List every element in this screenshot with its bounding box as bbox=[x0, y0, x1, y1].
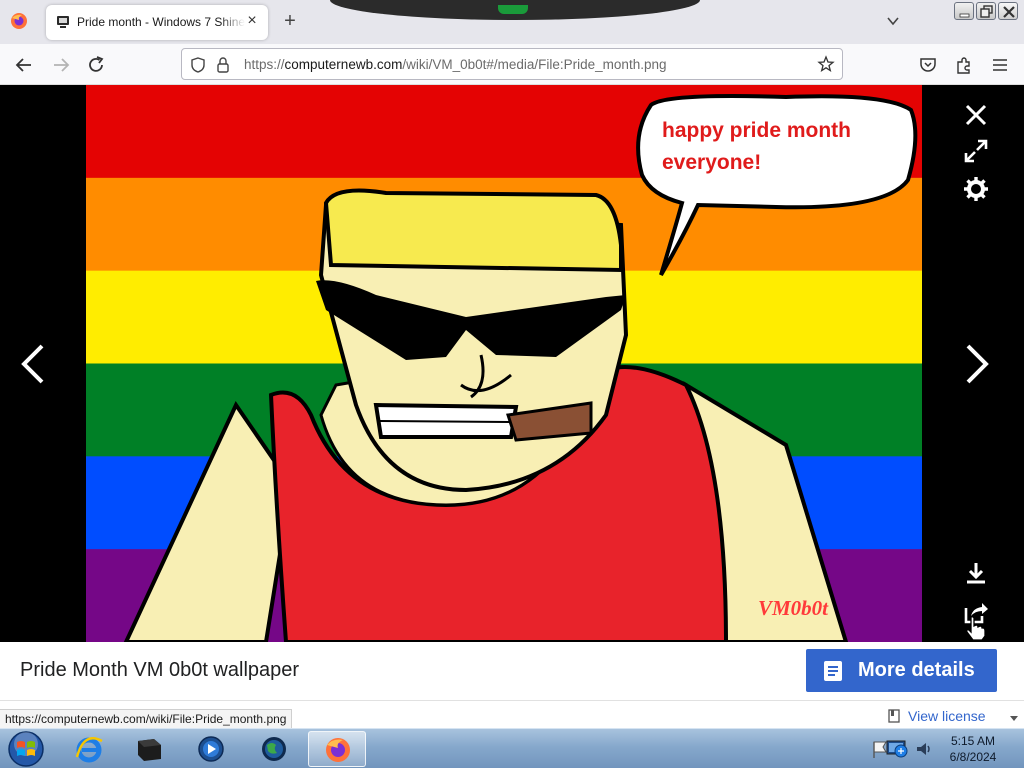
next-image-arrow-icon[interactable] bbox=[962, 340, 992, 388]
image-title: Pride Month VM 0b0t wallpaper bbox=[20, 659, 300, 681]
image-info-bar: Pride Month VM 0b0t wallpaper More detai… bbox=[0, 642, 1024, 700]
artist-signature: VM0b0t bbox=[758, 596, 829, 620]
minimize-button[interactable] bbox=[954, 2, 974, 20]
mouse-cursor-hand-icon bbox=[966, 616, 986, 641]
link-hover-status: https://computernewb.com/wiki/File:Pride… bbox=[0, 709, 293, 729]
back-arrow-icon[interactable] bbox=[13, 54, 35, 76]
scroll-down-arrow-icon[interactable] bbox=[1009, 713, 1019, 723]
clock-date: 6/8/2024 bbox=[949, 750, 997, 764]
taskbar-internet-explorer[interactable] bbox=[60, 731, 118, 767]
more-details-button[interactable]: More details bbox=[806, 649, 997, 692]
navigation-toolbar: https://computernewb.com/wiki/VM_0b0t#/m… bbox=[0, 44, 1024, 85]
reload-icon[interactable] bbox=[85, 54, 107, 76]
bookmark-star-icon[interactable] bbox=[817, 55, 835, 73]
firefox-icon bbox=[326, 738, 350, 762]
close-window-button[interactable] bbox=[998, 2, 1018, 20]
gear-icon[interactable] bbox=[962, 175, 990, 203]
wallpaper-image: happy pride month everyone! VM0b0t bbox=[86, 85, 922, 642]
status-row: https://computernewb.com/wiki/File:Pride… bbox=[0, 700, 1024, 729]
file-details-icon bbox=[824, 661, 842, 681]
url-path: /wiki/VM_0b0t#/media/File:Pride_month.pn… bbox=[402, 57, 667, 72]
windows-taskbar: 5:15 AM 6/8/2024 bbox=[0, 728, 1024, 768]
url-text[interactable]: https://computernewb.com/wiki/VM_0b0t#/m… bbox=[244, 57, 666, 72]
clock-time: 5:15 AM bbox=[950, 734, 996, 748]
more-details-label: More details bbox=[858, 659, 975, 681]
pocket-icon[interactable] bbox=[918, 55, 938, 75]
license-icon bbox=[888, 709, 900, 723]
internet-explorer-icon bbox=[75, 737, 103, 763]
tab-title: Pride month - Windows 7 Shine bbox=[77, 15, 245, 29]
taskbar-terminal[interactable] bbox=[120, 731, 178, 767]
address-bar[interactable]: https://computernewb.com/wiki/VM_0b0t#/m… bbox=[181, 48, 843, 80]
start-button[interactable] bbox=[4, 730, 48, 768]
window-controls bbox=[954, 2, 1020, 24]
site-favicon-icon bbox=[57, 16, 69, 28]
url-domain: computernewb.com bbox=[284, 57, 403, 72]
list-all-tabs-chevron-icon[interactable] bbox=[884, 12, 902, 30]
window-indicator bbox=[498, 5, 528, 14]
taskbar-network[interactable] bbox=[245, 731, 303, 767]
taskbar-media-player[interactable] bbox=[182, 731, 240, 767]
taskbar-firefox[interactable] bbox=[308, 731, 366, 767]
volume-icon[interactable] bbox=[914, 739, 934, 759]
tab-close-icon[interactable]: × bbox=[244, 13, 260, 29]
network-status-icon[interactable] bbox=[884, 737, 910, 761]
close-icon[interactable] bbox=[962, 101, 990, 129]
network-globe-icon bbox=[262, 737, 286, 761]
download-icon[interactable] bbox=[962, 559, 990, 587]
restore-button[interactable] bbox=[976, 2, 996, 20]
tracking-protection-shield-icon[interactable] bbox=[189, 56, 207, 74]
media-player-icon bbox=[198, 736, 224, 762]
tab-pride-month[interactable]: Pride month - Windows 7 Shine × bbox=[46, 5, 268, 40]
terminal-icon bbox=[138, 739, 161, 761]
tab-strip: Pride month - Windows 7 Shine × + bbox=[0, 0, 1024, 44]
new-tab-button[interactable]: + bbox=[278, 9, 302, 33]
system-clock[interactable]: 5:15 AM 6/8/2024 bbox=[935, 733, 1011, 765]
menu-hamburger-icon[interactable] bbox=[990, 55, 1010, 75]
view-license-link[interactable]: View license bbox=[888, 708, 986, 724]
speech-bubble-line-2: everyone! bbox=[662, 151, 761, 174]
media-viewer: happy pride month everyone! VM0b0t bbox=[0, 85, 1024, 642]
url-prefix: https:// bbox=[244, 57, 285, 72]
firefox-tab-icon[interactable] bbox=[10, 12, 28, 30]
view-license-label: View license bbox=[908, 708, 986, 724]
extensions-puzzle-icon[interactable] bbox=[954, 55, 974, 75]
forward-arrow-icon[interactable] bbox=[50, 54, 72, 76]
previous-image-arrow-icon[interactable] bbox=[18, 340, 48, 388]
speech-bubble-line-1: happy pride month bbox=[662, 119, 851, 142]
fullscreen-icon[interactable] bbox=[962, 137, 990, 165]
lock-icon[interactable] bbox=[215, 56, 231, 74]
